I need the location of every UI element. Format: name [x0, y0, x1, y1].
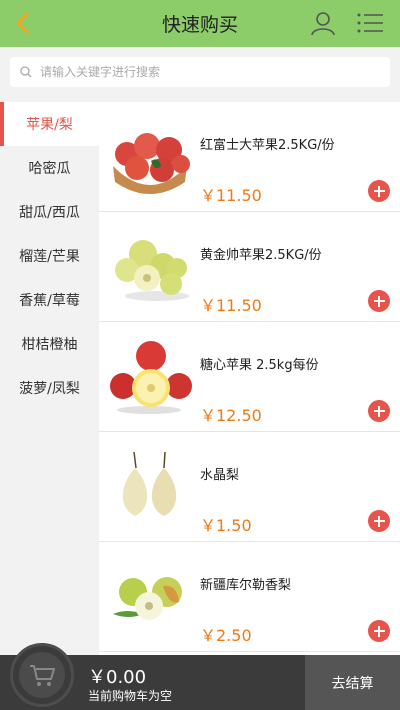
category-item-banana-strawberry[interactable]: 香蕉/草莓 [0, 278, 99, 322]
top-bar: 快速购买 [0, 0, 400, 47]
product-item[interactable]: 糖心苹果 2.5kg每份 ￥12.50 [99, 322, 400, 432]
add-to-cart-button[interactable] [368, 290, 390, 312]
product-price: ￥12.50 [200, 406, 262, 425]
quick-buy-screen: 快速购买 苹果/梨 哈密瓜 甜瓜/西瓜 榴莲/芒果 香蕉/草莓 柑桔橙柚 菠萝/… [0, 0, 400, 710]
category-item-durian-mango[interactable]: 榴莲/芒果 [0, 234, 99, 278]
chevron-left-icon[interactable] [10, 9, 36, 37]
search-area [0, 47, 400, 99]
fragrant-pear-image [113, 577, 182, 620]
shopping-cart-icon [30, 665, 55, 686]
product-name: 红富士大苹果2.5KG/份 [200, 138, 335, 153]
cart-total: ￥0.00 [88, 667, 147, 688]
product-price: ￥11.50 [200, 186, 262, 205]
user-icon[interactable] [310, 10, 336, 36]
search-box[interactable] [10, 57, 390, 87]
product-item[interactable]: 黄金帅苹果2.5KG/份 ￥11.50 [99, 212, 400, 322]
cart-icon-holder [19, 652, 65, 698]
cart-button[interactable] [10, 643, 74, 707]
product-price: ￥1.50 [200, 516, 252, 535]
add-to-cart-button[interactable] [368, 620, 390, 642]
product-item[interactable]: 新疆库尔勒香梨 ￥2.50 [99, 542, 400, 652]
product-price: ￥11.50 [200, 296, 262, 315]
product-name: 糖心苹果 2.5kg每份 [200, 358, 319, 373]
category-item-hami-melon[interactable]: 哈密瓜 [0, 146, 99, 190]
category-sidebar: 苹果/梨 哈密瓜 甜瓜/西瓜 榴莲/芒果 香蕉/草莓 柑桔橙柚 菠萝/凤梨 [0, 102, 99, 655]
checkout-button[interactable]: 去结算 [305, 655, 400, 710]
add-to-cart-button[interactable] [368, 180, 390, 202]
product-name: 黄金帅苹果2.5KG/份 [200, 248, 322, 263]
search-icon [20, 66, 32, 78]
search-input[interactable] [40, 58, 380, 86]
product-name: 新疆库尔勒香梨 [200, 578, 292, 593]
add-to-cart-button[interactable] [368, 510, 390, 532]
crystal-pear-image [122, 451, 177, 516]
category-item-pineapple[interactable]: 菠萝/凤梨 [0, 366, 99, 410]
red-apple-basket-image [113, 133, 190, 194]
list-menu-icon[interactable] [356, 12, 384, 34]
golden-apple-image [115, 240, 189, 301]
product-list: 红富士大苹果2.5KG/份 ￥11.50 黄金帅苹果2.5KG/份 ￥11.50 [99, 102, 400, 655]
category-item-apple-pear[interactable]: 苹果/梨 [0, 102, 99, 146]
sugar-heart-apple-image [110, 341, 192, 414]
product-item[interactable]: 水晶梨 ￥1.50 [99, 432, 400, 542]
category-item-citrus[interactable]: 柑桔橙柚 [0, 322, 99, 366]
product-item[interactable]: 红富士大苹果2.5KG/份 ￥11.50 [99, 102, 400, 212]
product-price: ￥2.50 [200, 626, 252, 645]
cart-status-text: 当前购物车为空 [88, 689, 173, 703]
page-title: 快速购买 [161, 14, 238, 36]
category-item-melon-watermelon[interactable]: 甜瓜/西瓜 [0, 190, 99, 234]
product-name: 水晶梨 [200, 468, 240, 483]
cart-bar: ￥0.00 当前购物车为空 去结算 [0, 643, 400, 710]
add-to-cart-button[interactable] [368, 400, 390, 422]
